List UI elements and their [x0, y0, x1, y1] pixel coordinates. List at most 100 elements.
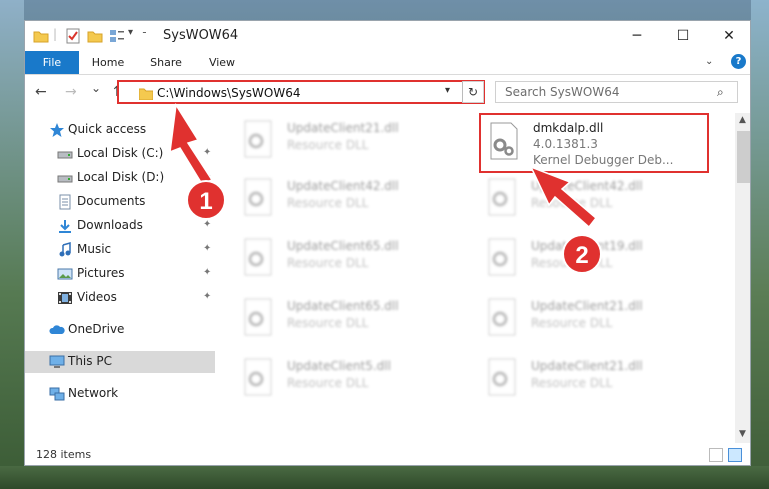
pictures-icon — [57, 268, 73, 280]
maximize-button[interactable]: ☐ — [660, 21, 706, 51]
large-icons-view-icon[interactable] — [728, 448, 742, 462]
vertical-scrollbar[interactable]: ▲ ▼ — [735, 113, 750, 443]
address-bar[interactable]: C:\Windows\SysWOW64 ▾ — [117, 80, 485, 104]
tab-file[interactable]: File — [25, 51, 79, 74]
file-name: dmkdalp.dll — [533, 121, 604, 135]
search-icon: ⌕ — [717, 85, 724, 99]
sidebar-item-label: Quick access — [68, 122, 147, 136]
file-item[interactable]: UpdateClient21.dll Resource DLL — [479, 295, 709, 345]
quick-access-dropdown-icon[interactable]: ▾ — [128, 27, 133, 43]
file-type: Resource DLL — [287, 256, 369, 270]
file-name: UpdateClient42.dll — [287, 179, 399, 193]
dll-file-icon — [490, 122, 518, 160]
file-list: UpdateClient21.dll Resource DLL UpdateCl… — [217, 113, 735, 443]
pin-icon: ✦ — [203, 291, 212, 302]
file-type: Resource DLL — [531, 376, 613, 390]
desktop-background-right — [751, 0, 769, 489]
details-view-icon[interactable] — [709, 448, 723, 462]
sidebar-item-network[interactable]: Network — [25, 383, 215, 405]
star-icon — [50, 123, 64, 137]
tab-share[interactable]: Share — [141, 51, 191, 74]
dll-file-icon — [244, 120, 272, 158]
sidebar-item-label: Documents — [77, 194, 146, 208]
file-item[interactable]: UpdateClient42.dll Resource DLL — [479, 175, 709, 225]
help-icon[interactable]: ? — [731, 54, 746, 69]
search-input[interactable]: Search SysWOW64 ⌕ — [495, 81, 738, 103]
sidebar-item-this-pc[interactable]: This PC — [25, 351, 215, 373]
videos-icon — [58, 292, 72, 304]
sidebar-item-label: Music — [77, 242, 112, 256]
search-placeholder: Search SysWOW64 — [505, 85, 620, 99]
dll-file-icon — [488, 358, 516, 396]
annotation-step-1: 1 — [186, 180, 226, 220]
file-item[interactable]: UpdateClient65.dll Resource DLL — [235, 295, 465, 345]
dll-file-icon — [244, 358, 272, 396]
file-version: 4.0.1381.3 — [533, 137, 598, 151]
address-dropdown-icon[interactable]: ▾ — [445, 85, 450, 96]
toolbar-separator: | — [53, 27, 58, 41]
item-count: 128 items — [36, 448, 92, 461]
file-name: UpdateClient65.dll — [287, 299, 399, 313]
close-button[interactable]: ✕ — [706, 21, 750, 51]
file-item[interactable]: UpdateClient21.dll Resource DLL — [479, 355, 709, 405]
minimize-button[interactable]: ─ — [614, 21, 660, 51]
file-item[interactable]: UpdateClient5.dll Resource DLL — [235, 355, 465, 405]
file-item[interactable]: UpdateClient65.dll Resource DLL — [235, 235, 465, 285]
pipe-separator: ╴ — [143, 28, 150, 39]
dll-file-icon — [488, 178, 516, 216]
file-name: UpdateClient65.dll — [287, 239, 399, 253]
pin-icon: ✦ — [203, 219, 212, 230]
music-icon — [59, 242, 71, 257]
dll-file-icon — [244, 298, 272, 336]
title-bar: | ▾ ╴ SysWOW64 ─ ☐ ✕ — [25, 21, 750, 51]
ribbon-tabs: File Home Share View ⌄ ? — [25, 51, 750, 75]
navigation-bar: ← → ⌄ ↑ C:\Windows\SysWOW64 ▾ ↻ Search S… — [25, 75, 750, 111]
window-title: SysWOW64 — [163, 28, 239, 43]
target-file-item[interactable]: dmkdalp.dll 4.0.1381.3 Kernel Debugger D… — [479, 113, 709, 173]
navigation-pane: Quick access Local Disk (C:) ✦ Local Dis… — [25, 113, 217, 443]
computer-icon — [49, 355, 65, 368]
file-type: Resource DLL — [531, 196, 613, 210]
expand-ribbon-icon[interactable]: ⌄ — [705, 56, 715, 67]
sidebar-item-quick-access[interactable]: Quick access — [25, 119, 215, 141]
sidebar-item-label: Local Disk (D:) — [77, 170, 165, 184]
properties-icon[interactable] — [65, 28, 81, 44]
sidebar-item-music[interactable]: Music ✦ — [25, 239, 215, 261]
file-name: UpdateClient5.dll — [287, 359, 391, 373]
scroll-up-icon[interactable]: ▲ — [739, 115, 746, 125]
pin-icon: ✦ — [203, 147, 212, 158]
drive-icon — [57, 151, 73, 159]
scroll-down-icon[interactable]: ▼ — [739, 429, 746, 439]
sidebar-item-label: Local Disk (C:) — [77, 146, 164, 160]
drive-icon — [57, 175, 73, 183]
recent-locations-button[interactable]: ⌄ — [91, 81, 101, 95]
file-type: Resource DLL — [531, 316, 613, 330]
desktop-background-bottom — [0, 466, 769, 489]
sidebar-item-label: This PC — [68, 354, 112, 368]
forward-button[interactable]: → — [65, 84, 77, 100]
sidebar-item-pictures[interactable]: Pictures ✦ — [25, 263, 215, 285]
tab-home[interactable]: Home — [83, 51, 133, 74]
address-path: C:\Windows\SysWOW64 — [157, 86, 301, 100]
sidebar-item-label: Network — [68, 386, 119, 400]
back-button[interactable]: ← — [35, 84, 47, 100]
file-item[interactable]: UpdateClient21.dll Resource DLL — [235, 117, 465, 167]
sidebar-item-local-disk-d[interactable]: Local Disk (D:) ✦ — [25, 167, 215, 189]
new-folder-icon[interactable] — [87, 28, 103, 44]
file-name: UpdateClient21.dll — [287, 121, 399, 135]
folder-icon — [139, 88, 153, 100]
customize-quick-access-icon[interactable] — [109, 28, 125, 44]
file-item[interactable]: UpdateClient42.dll Resource DLL — [235, 175, 465, 225]
scrollbar-thumb[interactable] — [737, 131, 750, 183]
dll-file-icon — [244, 238, 272, 276]
sidebar-item-local-disk-c[interactable]: Local Disk (C:) ✦ — [25, 143, 215, 165]
sidebar-item-videos[interactable]: Videos ✦ — [25, 287, 215, 309]
file-type: Resource DLL — [287, 316, 369, 330]
sidebar-item-downloads[interactable]: Downloads ✦ — [25, 215, 215, 237]
cloud-icon — [49, 325, 65, 334]
refresh-button[interactable]: ↻ — [462, 81, 484, 103]
sidebar-item-onedrive[interactable]: OneDrive — [25, 319, 215, 341]
sidebar-item-label: Downloads — [77, 218, 143, 232]
sidebar-item-label: Videos — [77, 290, 117, 304]
tab-view[interactable]: View — [199, 51, 245, 74]
